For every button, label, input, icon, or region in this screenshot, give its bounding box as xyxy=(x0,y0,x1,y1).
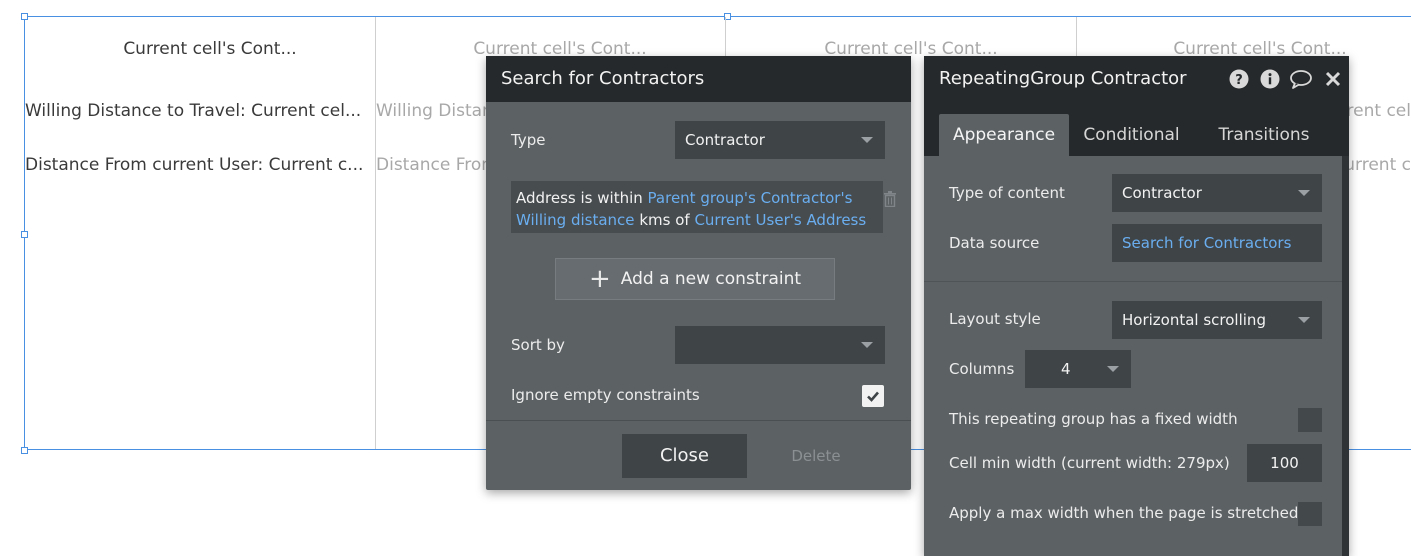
layout-style-dropdown[interactable]: Horizontal scrolling xyxy=(1112,301,1322,339)
columns-dropdown[interactable]: 4 xyxy=(1025,350,1131,388)
ignore-empty-checkbox[interactable] xyxy=(862,385,884,407)
column-divider xyxy=(375,17,376,449)
chevron-down-icon xyxy=(1107,366,1119,372)
type-of-content-value: Contractor xyxy=(1122,184,1202,202)
property-editor-panel: RepeatingGroup Contractor ? Appearance C… xyxy=(924,56,1349,556)
max-width-label: Apply a max width when the page is stret… xyxy=(949,504,1299,522)
chevron-down-icon xyxy=(861,342,873,348)
fixed-width-label: This repeating group has a fixed width xyxy=(949,410,1238,428)
max-width-checkbox[interactable] xyxy=(1298,502,1322,526)
cell-willing-distance-text[interactable]: Willing Distance to Travel: Current cel.… xyxy=(25,101,370,121)
comment-icon[interactable] xyxy=(1289,69,1313,89)
type-label: Type xyxy=(511,131,546,149)
info-icon[interactable] xyxy=(1260,69,1280,89)
cell-distance-from-user-text: Distance From current User: Current c... xyxy=(376,155,486,175)
fixed-width-checkbox[interactable] xyxy=(1298,408,1322,432)
plus-icon: + xyxy=(588,264,611,294)
type-dropdown-value: Contractor xyxy=(685,131,765,149)
type-of-content-dropdown[interactable]: Contractor xyxy=(1112,174,1322,212)
tab-appearance[interactable]: Appearance xyxy=(939,114,1069,156)
cell-willing-distance-text: Willing Distance to Travel: Current cel.… xyxy=(376,101,486,121)
help-icon[interactable]: ? xyxy=(1229,69,1249,89)
chevron-down-icon xyxy=(1298,190,1310,196)
trash-icon[interactable] xyxy=(883,191,897,207)
resize-handle-top-left[interactable] xyxy=(21,13,28,20)
resize-handle-bottom-left[interactable] xyxy=(21,447,28,454)
chevron-down-icon xyxy=(1298,317,1310,323)
layout-style-value: Horizontal scrolling xyxy=(1122,311,1266,329)
cell-willing-distance-text: Willing Distance to Travel: Current cel.… xyxy=(1349,101,1411,121)
ignore-empty-label: Ignore empty constraints xyxy=(511,386,700,404)
data-source-label: Data source xyxy=(949,234,1040,252)
constraint-field[interactable]: Address is within xyxy=(516,189,643,207)
type-dropdown[interactable]: Contractor xyxy=(675,121,885,159)
property-editor-scrollbar[interactable] xyxy=(1342,156,1349,556)
data-source-value[interactable]: Search for Contractors xyxy=(1122,234,1291,252)
sort-by-label: Sort by xyxy=(511,336,565,354)
constraint-row[interactable]: Address is within Parent group's Contrac… xyxy=(511,181,883,233)
header-icons: ? xyxy=(1229,69,1343,89)
section-divider xyxy=(924,281,1342,282)
data-source-field[interactable]: Search for Contractors xyxy=(1112,224,1322,262)
svg-text:?: ? xyxy=(1235,73,1243,88)
sort-by-dropdown[interactable] xyxy=(675,326,885,364)
resize-handle-left-middle[interactable] xyxy=(21,231,28,238)
add-constraint-button[interactable]: + Add a new constraint xyxy=(555,258,835,300)
add-constraint-label: Add a new constraint xyxy=(620,269,802,289)
tab-transitions[interactable]: Transitions xyxy=(1199,114,1329,156)
constraint-origin-dynamic[interactable]: Current User's Address xyxy=(694,211,866,229)
cell-min-width-label: Cell min width (current width: 279px) xyxy=(949,454,1230,472)
layout-style-label: Layout style xyxy=(949,310,1041,328)
columns-value: 4 xyxy=(1061,360,1071,378)
tab-conditional[interactable]: Conditional xyxy=(1069,114,1194,156)
close-icon[interactable] xyxy=(1323,69,1343,89)
close-button[interactable]: Close xyxy=(622,434,747,478)
search-panel-footer: Close Delete xyxy=(486,420,911,491)
cell-title-text[interactable]: Current cell's Cont... xyxy=(35,39,385,59)
constraint-unit: kms of xyxy=(639,211,690,229)
type-of-content-label: Type of content xyxy=(949,184,1065,202)
chevron-down-icon xyxy=(861,137,873,143)
cell-min-width-input[interactable]: 100 xyxy=(1247,444,1322,482)
cell-distance-from-user-text[interactable]: Distance From current User: Current c... xyxy=(25,155,373,175)
delete-button[interactable]: Delete xyxy=(776,434,856,478)
tab-bar: Appearance Conditional Transitions xyxy=(924,102,1349,156)
checkmark-icon xyxy=(867,391,879,402)
cell-distance-from-user-text: Distance From current User: Current c... xyxy=(1349,155,1411,175)
search-panel-title: Search for Contractors xyxy=(486,56,911,102)
search-editor-panel: Search for Contractors Type Contractor A… xyxy=(486,56,911,490)
columns-label: Columns xyxy=(949,360,1015,378)
